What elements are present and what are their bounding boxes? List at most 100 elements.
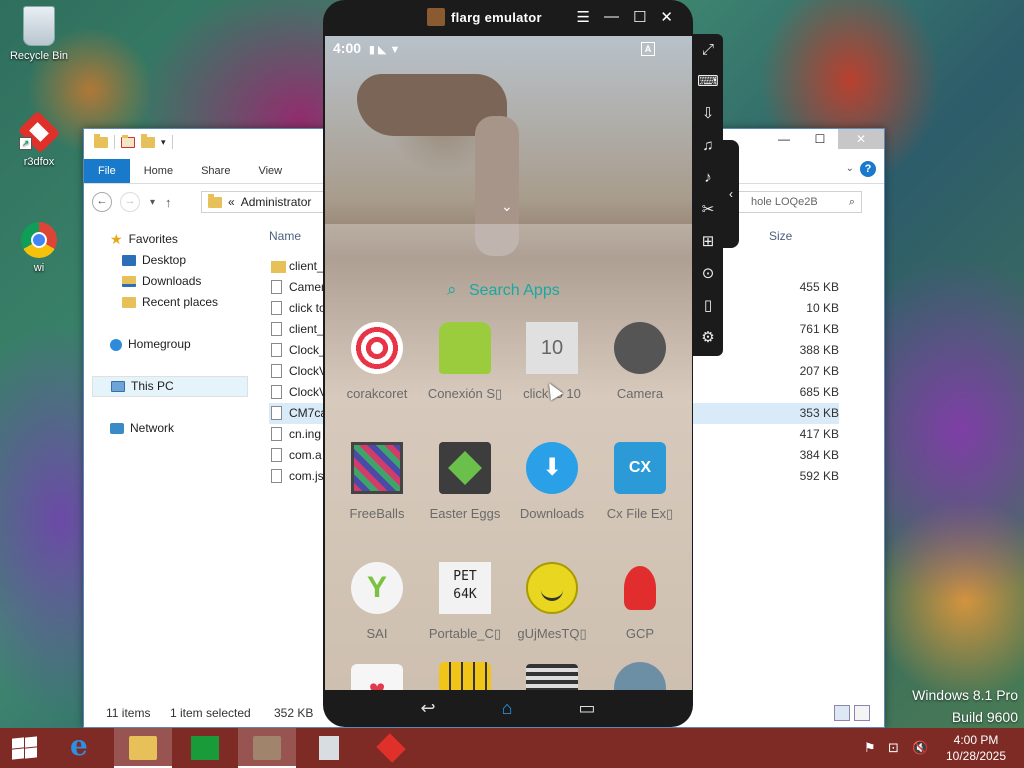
file-icon — [271, 427, 282, 441]
taskbar-internet-explorer[interactable]: e — [52, 728, 110, 768]
screenshot-scissors-icon[interactable]: ✂ — [693, 194, 723, 226]
nav-desktop[interactable]: Desktop — [92, 250, 252, 271]
properties-icon[interactable] — [121, 134, 135, 148]
desktop-icon-r3dfox[interactable]: ↗ r3dfox — [3, 112, 75, 168]
flag-icon[interactable]: ⚑ — [864, 740, 876, 756]
app-conexion[interactable]: Conexión S▯ — [420, 322, 510, 402]
app-gcp[interactable]: GCP — [595, 562, 685, 641]
expand-ribbon-icon[interactable]: ⌄ — [846, 163, 854, 174]
desktop-icon-chrome[interactable]: wi — [3, 222, 75, 274]
column-header-name[interactable]: Name — [269, 229, 301, 243]
app-corakcoret[interactable]: corakcoret — [332, 322, 422, 401]
volume-muted-icon[interactable]: 🔇 — [912, 740, 928, 756]
shake-icon[interactable]: ▯ — [693, 290, 723, 322]
volume-down-icon[interactable]: ♪ — [693, 162, 723, 194]
settings-app-icon — [614, 662, 666, 690]
app-camera[interactable]: Camera — [595, 322, 685, 401]
app-label: Easter Eggs — [429, 506, 501, 521]
nav-label: Homegroup — [128, 337, 191, 351]
large-icons-view-icon[interactable] — [854, 705, 870, 721]
nav-downloads[interactable]: Downloads — [92, 271, 252, 292]
file-size: 384 KB — [799, 448, 839, 462]
back-button[interactable]: ← — [92, 192, 112, 212]
maximize-button[interactable]: ☐ — [802, 129, 838, 149]
taskbar-app-box[interactable] — [300, 728, 358, 768]
taskbar-file-explorer[interactable] — [114, 728, 172, 768]
app-downloads[interactable]: Downloads — [507, 442, 597, 521]
column-header-size[interactable]: Size — [769, 229, 792, 243]
taskbar-r3dfox[interactable] — [362, 728, 420, 768]
tab-view[interactable]: View — [244, 159, 296, 183]
minimize-button[interactable]: — — [766, 129, 802, 149]
close-button[interactable]: ✕ — [838, 129, 884, 149]
nav-network[interactable]: Network — [92, 418, 252, 439]
settings-gear-icon[interactable]: ⚙ — [693, 322, 723, 354]
nav-recent-places[interactable]: Recent places — [92, 292, 252, 313]
android-screen[interactable]: 4:00 ▮ ◣ ▼ A ⌄ ⌕ Search Apps corakcoret … — [325, 36, 692, 690]
desktop-icon-recycle-bin[interactable]: Recycle Bin — [3, 6, 75, 62]
app-heart[interactable]: ♥ — [332, 664, 422, 690]
fullscreen-icon[interactable]: ⤢ — [693, 34, 723, 66]
folder-icon — [271, 261, 286, 273]
search-input[interactable]: hole LOQe2B ⌕ — [732, 191, 862, 213]
address-bar[interactable]: « Administrator — [201, 191, 331, 213]
tab-file[interactable]: File — [84, 159, 130, 183]
back-icon[interactable]: ↩ — [421, 698, 436, 719]
file-name: client_ — [289, 259, 324, 273]
recent-locations-icon[interactable]: ▾ — [150, 197, 155, 208]
help-icon[interactable]: ? — [860, 161, 876, 177]
blocks-app-icon — [439, 662, 491, 690]
app-freeballs[interactable]: FreeBalls — [332, 442, 422, 521]
customize-toolbar-icon[interactable]: ▾ — [161, 137, 166, 148]
app-easter-eggs[interactable]: Easter Eggs — [420, 442, 510, 521]
recent-apps-icon[interactable]: ▭ — [578, 698, 595, 719]
nav-this-pc[interactable]: This PC — [92, 376, 248, 397]
camera-icon — [614, 322, 666, 374]
app-qr[interactable] — [507, 664, 597, 690]
minimize-icon[interactable]: — — [604, 8, 619, 26]
clock-time: 4:00 PM — [953, 733, 999, 747]
maximize-icon[interactable]: ☐ — [633, 8, 646, 26]
app-settings[interactable] — [595, 662, 685, 690]
home-icon[interactable]: ⌂ — [502, 698, 513, 719]
emulator-title-bar: flarg emulator ☰ — ☐ ✕ — [323, 0, 693, 36]
address-separator: « — [228, 195, 235, 209]
start-button[interactable] — [12, 736, 38, 760]
install-apk-icon[interactable]: ⇩ — [693, 98, 723, 130]
app-gujmestq[interactable]: gUjMesTQ▯ — [507, 562, 597, 642]
search-text: hole LOQe2B — [751, 196, 818, 208]
app-box-icon — [319, 736, 339, 760]
file-size: 388 KB — [799, 343, 839, 357]
location-icon[interactable]: ⊙ — [693, 258, 723, 290]
downloads-icon — [122, 276, 136, 287]
volume-up-icon[interactable]: ♫ — [693, 130, 723, 162]
tab-share[interactable]: Share — [187, 159, 244, 183]
forward-button[interactable]: → — [120, 192, 140, 212]
chrome-icon — [21, 222, 57, 258]
nav-label: Network — [130, 421, 175, 435]
taskbar-store[interactable] — [176, 728, 234, 768]
clock[interactable]: 4:00 PM 10/28/2025 — [940, 732, 1012, 764]
taskbar-emulator[interactable] — [238, 728, 296, 768]
tab-home[interactable]: Home — [130, 159, 187, 183]
add-window-icon[interactable]: ⊞ — [693, 226, 723, 258]
app-sai[interactable]: Y SAI — [332, 562, 422, 641]
app-label: corakcoret — [346, 386, 408, 401]
emulator-logo-icon — [427, 8, 445, 26]
collapse-toolbar-chevron-icon[interactable]: ‹ — [723, 140, 739, 248]
new-folder-icon[interactable] — [141, 133, 155, 148]
search-icon: ⌕ — [848, 196, 855, 208]
nav-homegroup[interactable]: Homegroup — [92, 334, 252, 355]
menu-icon[interactable]: ☰ — [577, 8, 590, 26]
close-icon[interactable]: ✕ — [660, 8, 673, 26]
up-button[interactable]: ↑ — [165, 195, 172, 210]
search-apps-button[interactable]: ⌕ Search Apps — [447, 280, 560, 300]
chevron-down-icon[interactable]: ⌄ — [501, 198, 513, 215]
app-portable[interactable]: PET 64K Portable_C▯ — [420, 562, 510, 642]
app-blocks[interactable] — [420, 662, 510, 690]
nav-favorites[interactable]: ★ Favorites — [92, 229, 252, 250]
keyboard-icon[interactable]: ⌨ — [693, 66, 723, 98]
app-cx-file-explorer[interactable]: CX Cx File Ex▯ — [595, 442, 685, 522]
network-tray-icon[interactable]: ⊡ — [888, 740, 899, 756]
details-view-icon[interactable] — [834, 705, 850, 721]
